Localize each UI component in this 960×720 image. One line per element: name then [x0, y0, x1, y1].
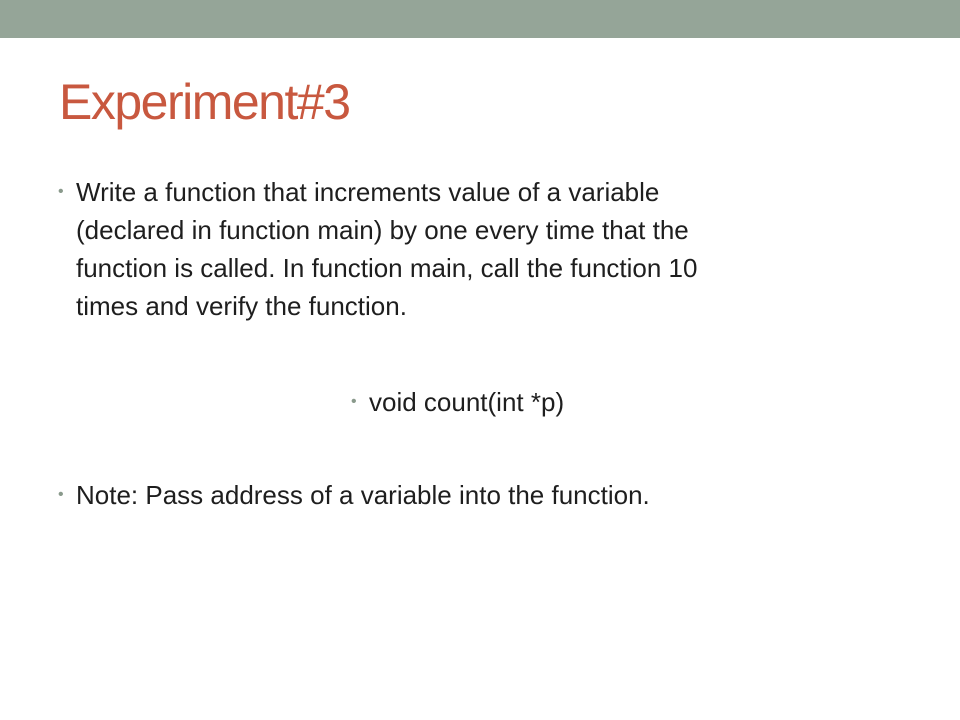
bullet-text-line: Write a function that increments value o…	[76, 177, 660, 207]
slide-title: Experiment#3	[59, 74, 351, 130]
bullet-text-task: Write a function that increments value o…	[76, 173, 697, 325]
bullet-item-note: • Note: Pass address of a variable into …	[58, 476, 650, 514]
bullet-item-signature: • void count(int *p)	[351, 383, 564, 421]
bullet-icon: •	[58, 486, 64, 503]
bullet-text-signature: void count(int *p)	[369, 387, 565, 417]
bullet-text-line: (declared in function main) by one every…	[76, 215, 689, 245]
bullet-text-note: Note: Pass address of a variable into th…	[76, 480, 650, 510]
bullet-icon: •	[58, 183, 64, 200]
bullet-text-line: times and verify the function.	[76, 291, 407, 321]
bullet-item-task: • Write a function that increments value…	[58, 173, 697, 325]
bullet-icon: •	[351, 393, 357, 410]
top-accent-bar	[0, 0, 960, 38]
bullet-text-line: function is called. In function main, ca…	[76, 253, 698, 283]
